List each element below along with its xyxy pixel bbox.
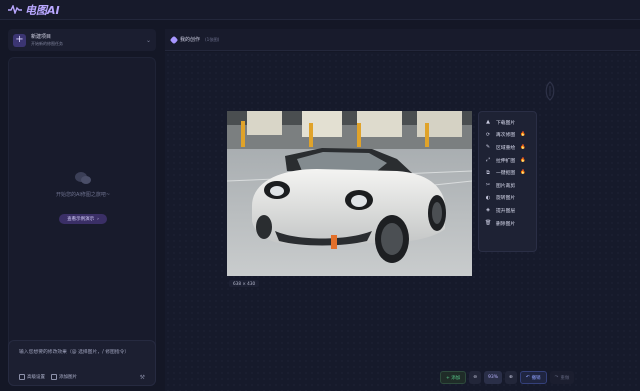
watermark-logo-icon xyxy=(545,81,555,101)
undo-button[interactable]: ↶ 撤销 xyxy=(519,371,547,384)
image-context-menu: ▲ 下载图片 ⟳ 再次修图 🔥 ✎ 区域重绘 🔥 ⤢ 拉伸扩图 🔥 ⧉ 一键抠图 🔥 ✂ 图片裁剪 ◐ 旋转图片 ◈… xyxy=(478,111,537,252)
menu-item-label: 删除图片 xyxy=(496,221,516,227)
layer-up-icon: ◈ xyxy=(486,207,490,214)
retouch-icon: ⟳ xyxy=(485,131,491,138)
menu-item-retouch[interactable]: ⟳ 再次修图 🔥 xyxy=(479,129,536,142)
plus-icon: + xyxy=(13,33,26,47)
add-image-button[interactable]: 添加图片 xyxy=(51,374,77,380)
chevron-down-icon[interactable]: ⌄ xyxy=(146,37,151,44)
add-label: + 添加 xyxy=(446,375,461,381)
menu-item-rotate[interactable]: ◐ 旋转图片 xyxy=(479,192,536,205)
new-project-subtitle: 开始新的修图任务 xyxy=(31,41,63,46)
advanced-settings-button[interactable]: 高级设置 xyxy=(19,374,45,380)
new-project-title: 新建项目 xyxy=(31,34,52,40)
empty-state-text: 开始您的AI修图之旅吧~ xyxy=(55,192,111,198)
flame-icon: 🔥 xyxy=(520,132,526,138)
page-title: 我的创作 xyxy=(180,37,201,43)
cutout-icon: ⧉ xyxy=(486,169,490,176)
car-image xyxy=(227,111,472,276)
image-icon xyxy=(51,374,57,380)
undo-label: 撤销 xyxy=(531,375,541,381)
flame-icon: 🔥 xyxy=(520,170,526,176)
app-logo[interactable]: 电图AI xyxy=(8,2,60,18)
brush-icon: ✎ xyxy=(485,144,491,151)
example-demo-button[interactable]: 查看示例演示 › xyxy=(59,214,107,224)
menu-item-cutout[interactable]: ⧉ 一键抠图 🔥 xyxy=(479,166,536,179)
empty-state: 开始您的AI修图之旅吧~ 查看示例演示 › xyxy=(9,171,157,224)
menu-item-label: 提升图层 xyxy=(496,208,516,214)
download-icon: ▲ xyxy=(486,119,490,126)
menu-item-layer-up[interactable]: ◈ 提升图层 xyxy=(479,204,536,217)
menu-item-label: 再次修图 xyxy=(496,133,516,139)
example-demo-label: 查看示例演示 xyxy=(67,217,95,222)
menu-item-label: 旋转图片 xyxy=(496,196,516,202)
prompt-composer[interactable]: 输入您想要的修改效果（@ 选择图片，/ 修图指令） 高级设置 添加图片 ⚒ xyxy=(8,340,156,386)
zoom-in-icon: ⊕ xyxy=(509,375,513,380)
new-project-button[interactable]: + 新建项目 开始新的修图任务 ⌄ xyxy=(8,29,156,51)
add-image-label: 添加图片 xyxy=(59,375,77,380)
creation-icon xyxy=(169,35,179,44)
image-dimensions: 638 × 430 xyxy=(229,280,260,287)
zoom-level[interactable]: 93% xyxy=(483,371,502,384)
redo-button[interactable]: ↷ 重做 xyxy=(549,371,575,384)
zoom-out-icon: ⊖ xyxy=(473,375,477,380)
zoom-in-button[interactable]: ⊕ xyxy=(505,371,517,384)
chat-sidebar: 开始您的AI修图之旅吧~ 查看示例演示 › xyxy=(8,57,156,386)
flame-icon: 🔥 xyxy=(520,144,526,150)
menu-item-expand[interactable]: ⤢ 拉伸扩图 🔥 xyxy=(479,154,536,167)
redo-icon: ↷ xyxy=(554,375,559,380)
menu-item-brush[interactable]: ✎ 区域重绘 🔥 xyxy=(479,141,536,154)
arrow-right-icon: › xyxy=(97,216,99,222)
zoom-level-value: 93% xyxy=(487,375,498,380)
advanced-settings-label: 高级设置 xyxy=(27,375,45,380)
top-bar: 电图AI xyxy=(0,0,640,20)
bottom-toolbar: + 添加 ⊖ 93% ⊕ ↶ 撤销 ↷ 重做 xyxy=(440,371,575,384)
menu-item-download[interactable]: ▲ 下载图片 xyxy=(479,116,536,129)
menu-item-label: 区域重绘 xyxy=(496,145,516,151)
settings-icon xyxy=(19,374,25,380)
car-photo[interactable] xyxy=(227,111,472,276)
menu-item-label: 一键抠图 xyxy=(496,171,516,177)
chat-bubbles-icon xyxy=(75,172,91,184)
delete-icon: 🗑 xyxy=(485,220,492,227)
prompt-input[interactable]: 输入您想要的修改效果（@ 选择图片，/ 修图指令） xyxy=(19,349,147,356)
menu-item-crop[interactable]: ✂ 图片裁剪 xyxy=(479,179,536,192)
expand-icon: ⤢ xyxy=(485,157,490,164)
zoom-out-button[interactable]: ⊖ xyxy=(469,371,481,384)
rotate-icon: ◐ xyxy=(485,194,491,201)
magic-wand-icon[interactable]: ⚒ xyxy=(140,374,145,381)
main-header: 我的创作 (1张图) xyxy=(165,29,640,51)
menu-item-delete[interactable]: 🗑 删除图片 xyxy=(479,217,536,230)
add-button[interactable]: + 添加 xyxy=(440,371,467,384)
app-logo-text: 电图AI xyxy=(25,3,60,17)
crop-icon: ✂ xyxy=(485,182,491,189)
flame-icon: 🔥 xyxy=(520,157,526,163)
menu-item-label: 图片裁剪 xyxy=(496,183,516,189)
pulse-logo-icon xyxy=(8,5,22,14)
undo-icon: ↶ xyxy=(525,375,530,380)
image-count: (1张图) xyxy=(205,36,220,42)
menu-item-label: 拉伸扩图 xyxy=(496,158,516,164)
menu-item-label: 下载图片 xyxy=(496,120,516,126)
redo-label: 重做 xyxy=(560,375,570,381)
